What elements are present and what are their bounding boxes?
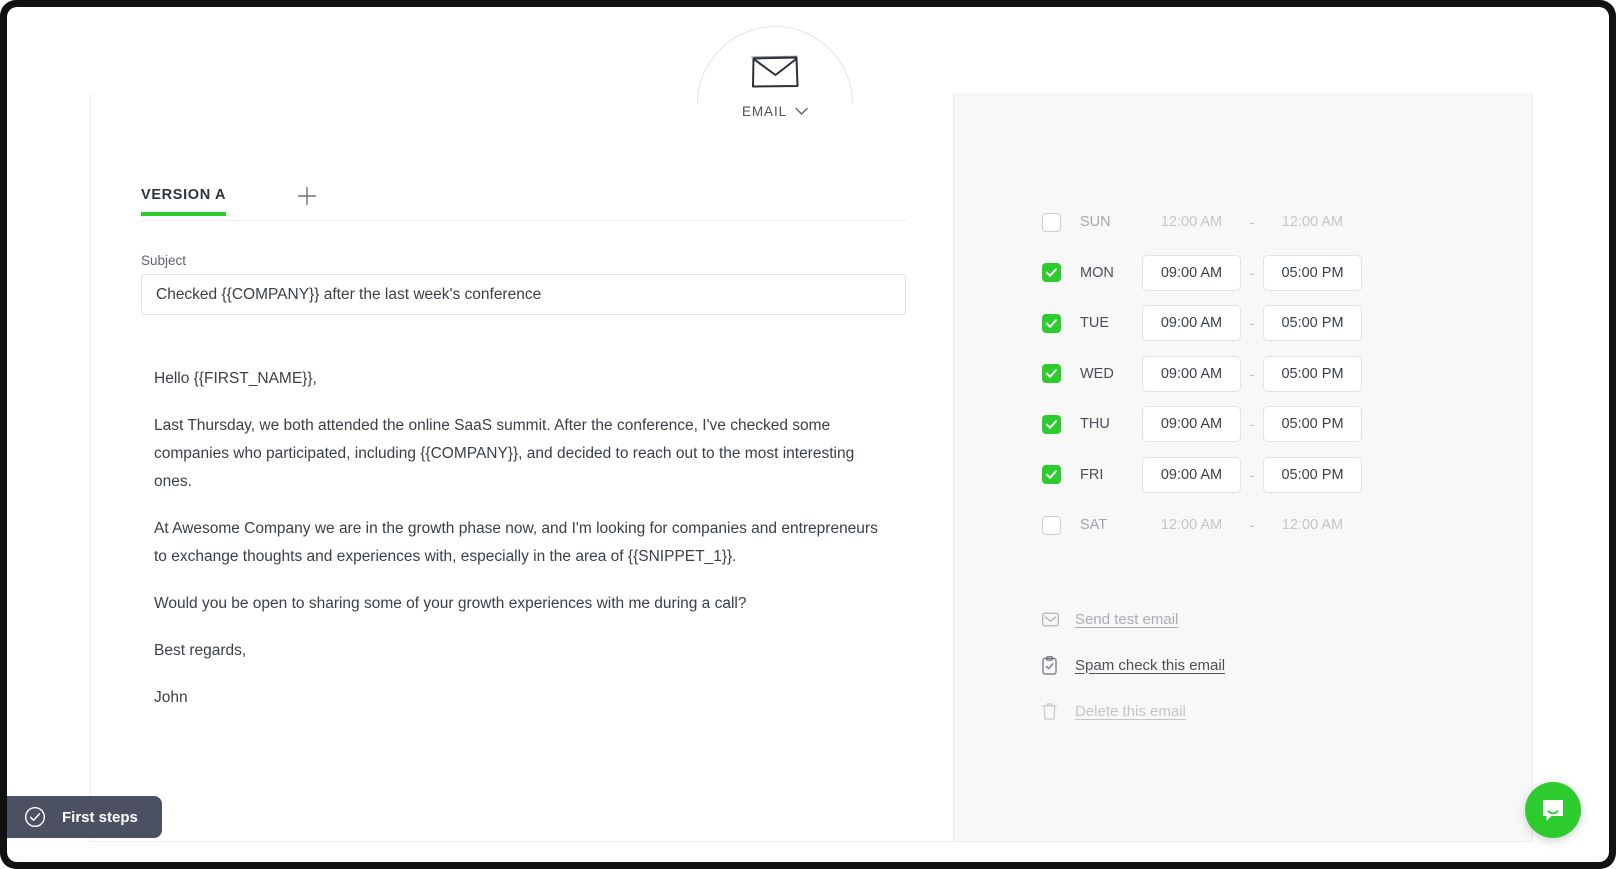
start-time-input-thu[interactable]	[1142, 406, 1241, 443]
schedule-row-thu: THU -	[1042, 399, 1402, 450]
time-range-separator: -	[1249, 214, 1255, 231]
envelope-icon	[747, 51, 803, 93]
tab-version-a-label: VERSION A	[141, 187, 227, 203]
end-time-value-sun: 12:00 AM	[1281, 214, 1344, 231]
plus-icon	[298, 187, 317, 205]
end-time-input-fri[interactable]	[1263, 456, 1362, 493]
schedule-row-fri: FRI -	[1042, 450, 1402, 501]
chevron-down-icon	[795, 107, 808, 115]
send-test-email-link[interactable]: Send test email	[1042, 596, 1372, 642]
body-paragraph: At Awesome Company we are in the growth …	[154, 520, 878, 565]
email-actions: Send test email Spam check this email Dele…	[1042, 596, 1372, 734]
day-label-thu: THU	[1080, 416, 1110, 433]
delete-this-email-link[interactable]: Delete this email	[1042, 688, 1372, 734]
time-range-separator: -	[1249, 416, 1255, 433]
time-range-separator: -	[1249, 315, 1255, 332]
body-paragraph: Would you be open to sharing some of you…	[154, 595, 747, 612]
email-step-card: VERSION A Subject Hello {{FIRST_NAME}}, …	[90, 93, 1533, 842]
end-time-input-mon[interactable]	[1263, 254, 1362, 291]
start-time-value-sat: 12:00 AM	[1160, 517, 1223, 534]
day-label-tue: TUE	[1080, 315, 1109, 332]
clipboard-check-icon	[1042, 655, 1059, 675]
day-checkbox-sun[interactable]	[1042, 212, 1061, 232]
channel-label: EMAIL	[741, 104, 787, 119]
start-time-value-sun: 12:00 AM	[1160, 214, 1223, 231]
day-label-sat: SAT	[1080, 517, 1108, 534]
start-time-input-wed[interactable]	[1142, 355, 1241, 392]
spam-check-this-email-link[interactable]: Spam check this email	[1042, 642, 1372, 688]
time-range-separator: -	[1249, 365, 1255, 382]
day-checkbox-wed[interactable]	[1042, 364, 1061, 384]
schedule-row-sun: SUN 12:00 AM - 12:00 AM	[1042, 197, 1402, 248]
email-editor-pane: VERSION A Subject Hello {{FIRST_NAME}}, …	[91, 93, 953, 841]
trash-icon	[1042, 702, 1059, 721]
envelope-icon	[1042, 610, 1059, 629]
day-label-fri: FRI	[1080, 466, 1104, 483]
body-paragraph: Last Thursday, we both attended the onli…	[154, 417, 855, 490]
body-paragraph: John	[154, 689, 188, 706]
page-viewport: VERSION A Subject Hello {{FIRST_NAME}}, …	[7, 7, 1609, 862]
body-paragraph: Best regards,	[154, 642, 247, 659]
time-range-separator: -	[1249, 517, 1255, 534]
send-test-email-label: Send test email	[1075, 610, 1179, 628]
sending-schedule: SUN 12:00 AM - 12:00 AM MON - TUE - WED - THU - FRI -…	[1042, 197, 1402, 551]
add-version-button[interactable]	[294, 183, 320, 209]
day-label-sun: SUN	[1080, 214, 1111, 231]
spam-check-this-email-label: Spam check this email	[1075, 656, 1226, 674]
start-time-input-tue[interactable]	[1142, 305, 1241, 342]
day-label-mon: MON	[1080, 264, 1114, 281]
end-time-input-wed[interactable]	[1263, 355, 1362, 392]
check-icon	[1046, 268, 1057, 278]
first-steps-widget[interactable]: First steps	[7, 796, 162, 838]
time-range-separator: -	[1249, 466, 1255, 483]
channel-selector[interactable]: EMAIL	[697, 104, 853, 119]
day-label-wed: WED	[1080, 365, 1114, 382]
start-time-input-fri[interactable]	[1142, 456, 1241, 493]
end-time-input-thu[interactable]	[1263, 406, 1362, 443]
schedule-row-sat: SAT 12:00 AM - 12:00 AM	[1042, 500, 1402, 551]
day-checkbox-fri[interactable]	[1042, 465, 1061, 485]
check-icon	[1046, 420, 1057, 429]
email-body[interactable]: Hello {{FIRST_NAME}}, Last Thursday, we …	[154, 365, 889, 712]
schedule-row-mon: MON -	[1042, 248, 1402, 299]
day-checkbox-sat[interactable]	[1042, 515, 1061, 535]
version-tabs: VERSION A	[141, 187, 906, 221]
end-time-value-sat: 12:00 AM	[1281, 517, 1344, 534]
check-icon	[1046, 470, 1057, 480]
subject-input[interactable]	[141, 274, 906, 315]
circle-check-icon	[24, 806, 46, 828]
day-checkbox-tue[interactable]	[1042, 313, 1061, 333]
tab-version-a[interactable]: VERSION A	[141, 187, 227, 216]
check-icon	[1046, 369, 1057, 379]
time-range-separator: -	[1249, 264, 1255, 281]
start-time-input-mon[interactable]	[1142, 254, 1241, 291]
day-checkbox-mon[interactable]	[1042, 263, 1061, 283]
end-time-input-tue[interactable]	[1263, 305, 1362, 342]
browser-window-frame: VERSION A Subject Hello {{FIRST_NAME}}, …	[0, 0, 1616, 869]
subject-label: Subject	[141, 253, 187, 268]
check-icon	[1046, 319, 1057, 328]
delete-this-email-label: Delete this email	[1075, 702, 1186, 720]
body-paragraph: Hello {{FIRST_NAME}},	[154, 370, 317, 387]
chat-launcher-button[interactable]	[1525, 782, 1581, 838]
first-steps-label: First steps	[62, 808, 138, 826]
day-checkbox-thu[interactable]	[1042, 414, 1061, 434]
schedule-row-tue: TUE -	[1042, 298, 1402, 349]
email-settings-pane: SUN 12:00 AM - 12:00 AM MON - TUE - WED - THU - FRI -…	[953, 93, 1532, 841]
schedule-row-wed: WED -	[1042, 349, 1402, 400]
chat-bubble-icon	[1543, 800, 1563, 821]
